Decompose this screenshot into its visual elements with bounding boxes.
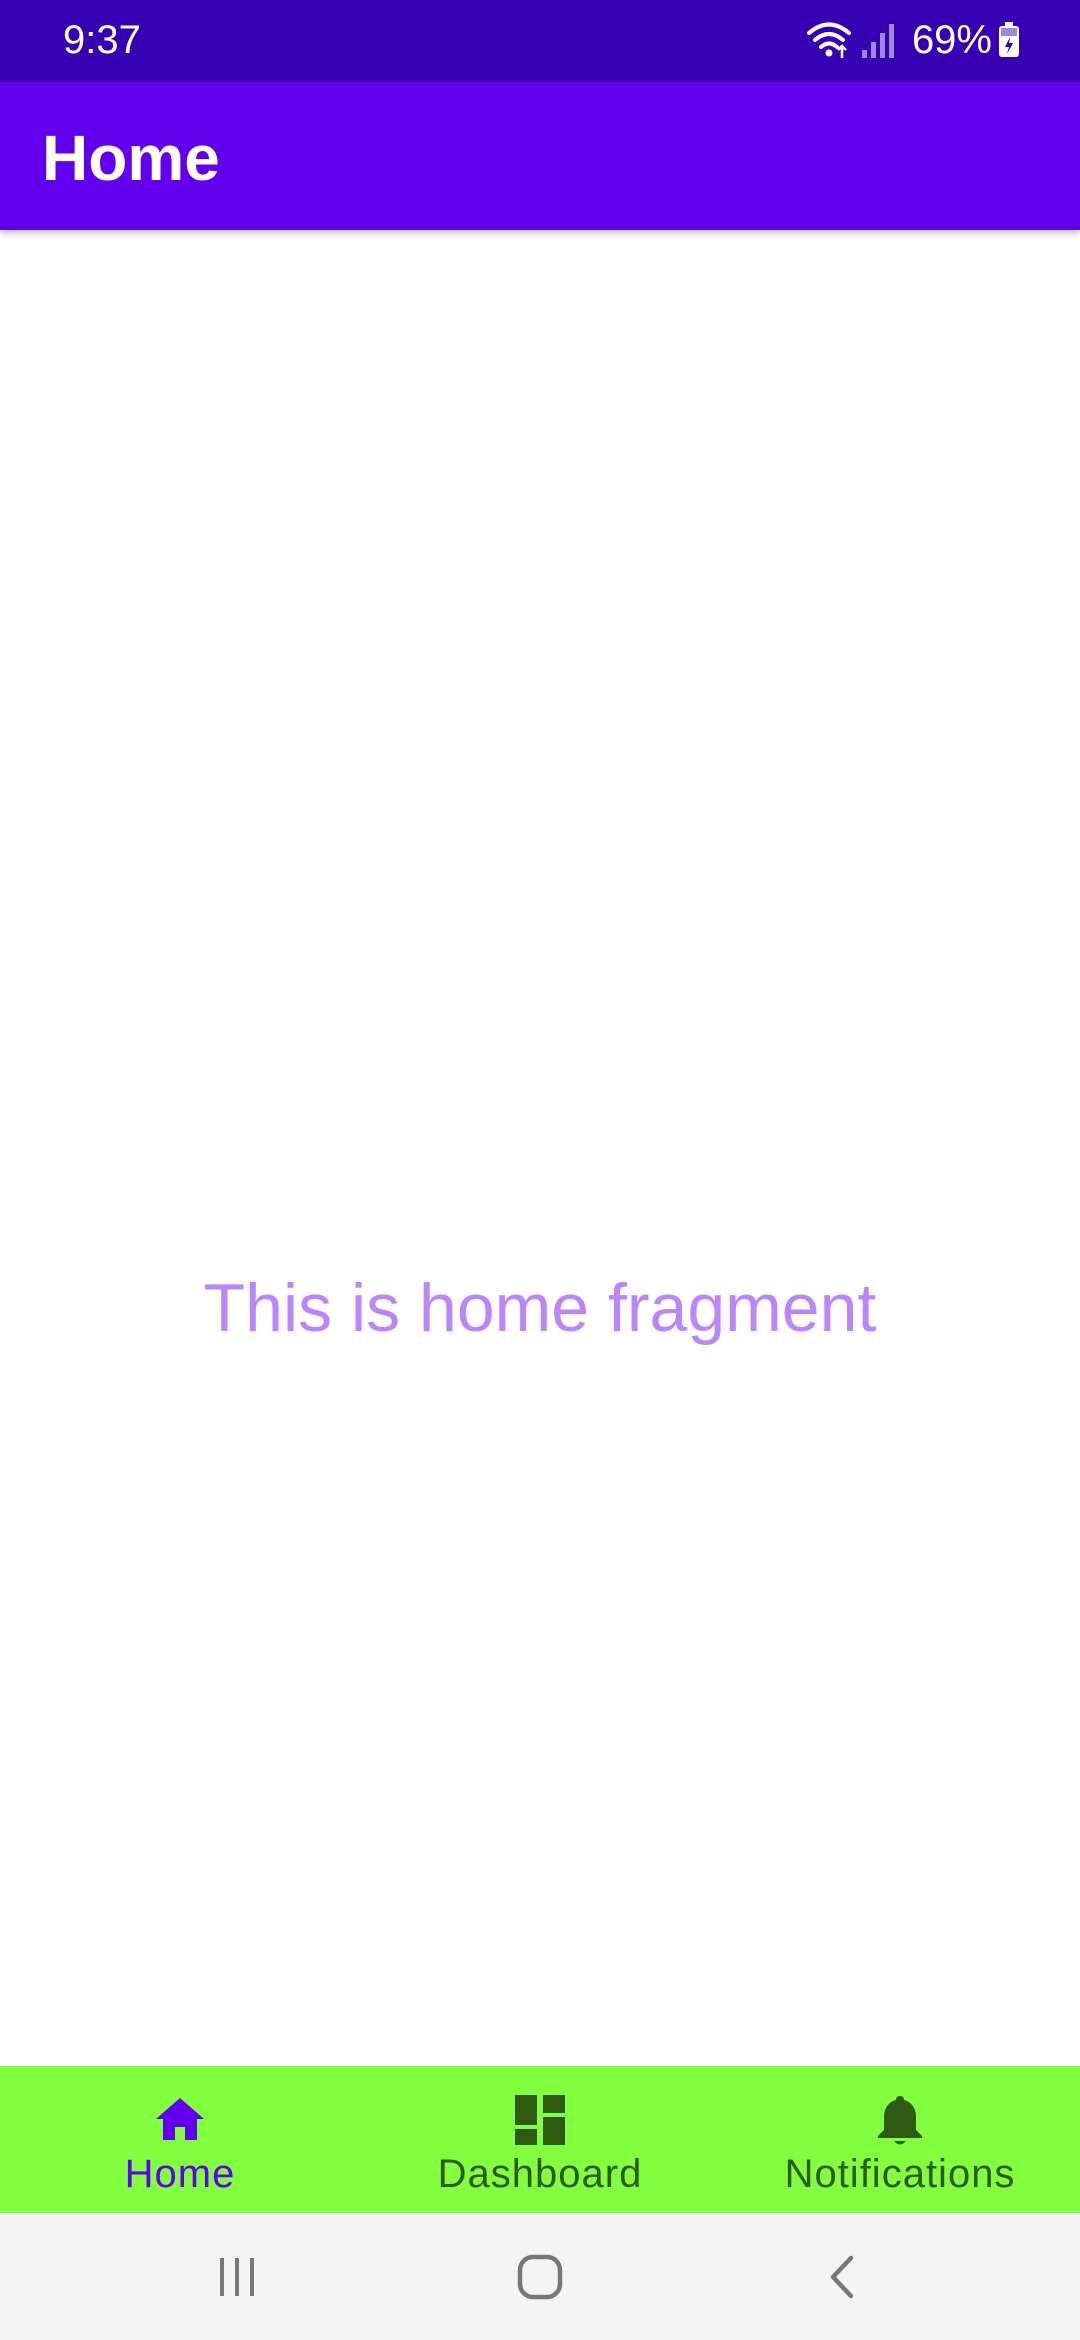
nav-item-notifications[interactable]: Notifications xyxy=(720,2066,1080,2213)
dashboard-icon xyxy=(512,2092,568,2148)
nav-label-dashboard: Dashboard xyxy=(437,2152,643,2196)
nav-label-notifications: Notifications xyxy=(784,2152,1016,2196)
nav-label-home: Home xyxy=(124,2152,236,2196)
back-button[interactable] xyxy=(782,2213,902,2340)
home-fragment-text: This is home fragment xyxy=(203,1270,877,1346)
battery-percent: 69% xyxy=(911,18,992,62)
battery-icon xyxy=(998,22,1020,58)
bell-icon xyxy=(872,2092,928,2148)
wifi-icon xyxy=(806,20,852,60)
screen: 9:37 69% Home This is home fragment Home… xyxy=(0,0,1080,2340)
status-time: 9:37 xyxy=(63,18,141,62)
system-navigation-bar xyxy=(0,2213,1080,2340)
signal-icon xyxy=(860,20,896,60)
status-bar: 9:37 69% xyxy=(0,0,1080,82)
home-icon xyxy=(152,2092,208,2148)
app-bar: Home xyxy=(0,82,1080,230)
nav-item-dashboard[interactable]: Dashboard xyxy=(360,2066,720,2213)
system-home-button[interactable] xyxy=(480,2213,600,2340)
recent-apps-button[interactable] xyxy=(177,2213,297,2340)
bottom-navigation: Home Dashboard Notifications xyxy=(0,2066,1080,2213)
page-title: Home xyxy=(42,122,220,194)
status-icons: 69% xyxy=(806,14,1020,66)
nav-item-home[interactable]: Home xyxy=(0,2066,360,2213)
